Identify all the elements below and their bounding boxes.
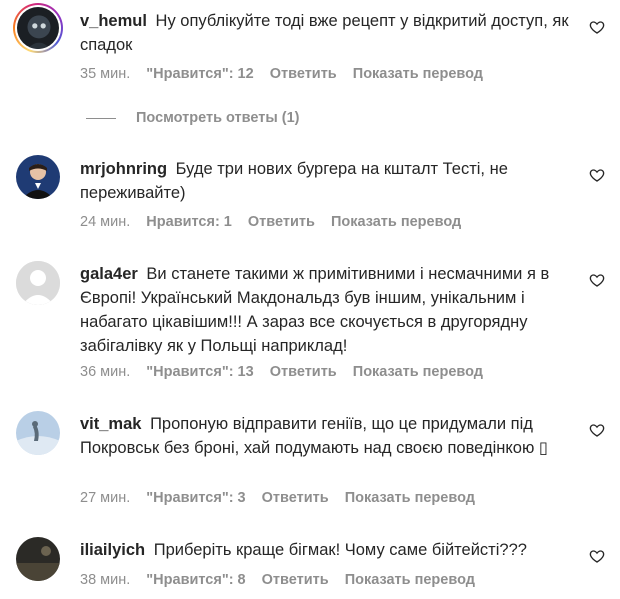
- like-heart-icon[interactable]: [589, 167, 605, 183]
- view-replies-button[interactable]: Посмотреть ответы (1): [86, 110, 300, 126]
- comment-text: Ну опублікуйте тоді вже рецепт у відкрит…: [80, 12, 569, 54]
- comment-meta: 38 мин. "Нравится": 8 Ответить Показать …: [80, 572, 487, 588]
- comment-text: Приберіть краще бігмак! Чому саме бійтей…: [153, 541, 527, 559]
- likes-count[interactable]: "Нравится": 3: [146, 490, 245, 506]
- reply-button[interactable]: Ответить: [262, 572, 329, 588]
- comment-username[interactable]: iliailyich: [80, 541, 145, 559]
- like-heart-icon[interactable]: [589, 422, 605, 438]
- comment-text: Ви станете такими ж примітивними і несма…: [80, 265, 550, 355]
- comment-meta: 24 мин. Нравится: 1 Ответить Показать пе…: [80, 214, 473, 230]
- comment-username[interactable]: v_hemul: [80, 12, 147, 30]
- comment-meta: 27 мин. "Нравится": 3 Ответить Показать …: [80, 490, 487, 506]
- likes-count[interactable]: "Нравится": 13: [146, 364, 253, 380]
- comment-time: 27 мин.: [80, 490, 131, 506]
- comment-username[interactable]: mrjohnring: [80, 160, 167, 178]
- translate-button[interactable]: Показать перевод: [345, 572, 475, 588]
- avatar[interactable]: [16, 261, 60, 305]
- comment-time: 35 мин.: [80, 66, 131, 82]
- comment-meta: 36 мин. "Нравится": 13 Ответить Показать…: [80, 364, 495, 380]
- reply-button[interactable]: Ответить: [248, 214, 315, 230]
- comment-username[interactable]: gala4er: [80, 265, 138, 283]
- translate-button[interactable]: Показать перевод: [345, 490, 475, 506]
- likes-count[interactable]: "Нравится": 12: [146, 66, 253, 82]
- comment-time: 24 мин.: [80, 214, 131, 230]
- replies-divider: [86, 117, 116, 119]
- reply-button[interactable]: Ответить: [270, 364, 337, 380]
- translate-button[interactable]: Показать перевод: [353, 364, 483, 380]
- avatar[interactable]: [17, 7, 59, 49]
- comment-username[interactable]: vit_mak: [80, 415, 141, 433]
- story-ring[interactable]: [13, 3, 63, 53]
- translate-button[interactable]: Показать перевод: [353, 66, 483, 82]
- comment-time: 36 мин.: [80, 364, 131, 380]
- reply-button[interactable]: Ответить: [262, 490, 329, 506]
- avatar[interactable]: [16, 537, 60, 581]
- like-heart-icon[interactable]: [589, 548, 605, 564]
- reply-button[interactable]: Ответить: [270, 66, 337, 82]
- view-replies-label[interactable]: Посмотреть ответы (1): [136, 110, 300, 126]
- avatar[interactable]: [16, 411, 60, 455]
- likes-count[interactable]: "Нравится": 8: [146, 572, 245, 588]
- like-heart-icon[interactable]: [589, 272, 605, 288]
- avatar[interactable]: [16, 155, 60, 199]
- like-heart-icon[interactable]: [589, 19, 605, 35]
- likes-count[interactable]: Нравится: 1: [146, 214, 232, 230]
- translate-button[interactable]: Показать перевод: [331, 214, 461, 230]
- comment-meta: 35 мин. "Нравится": 12 Ответить Показать…: [80, 66, 495, 82]
- comment-time: 38 мин.: [80, 572, 131, 588]
- comment-text: Пропоную відправити геніїв, що це придум…: [80, 415, 548, 457]
